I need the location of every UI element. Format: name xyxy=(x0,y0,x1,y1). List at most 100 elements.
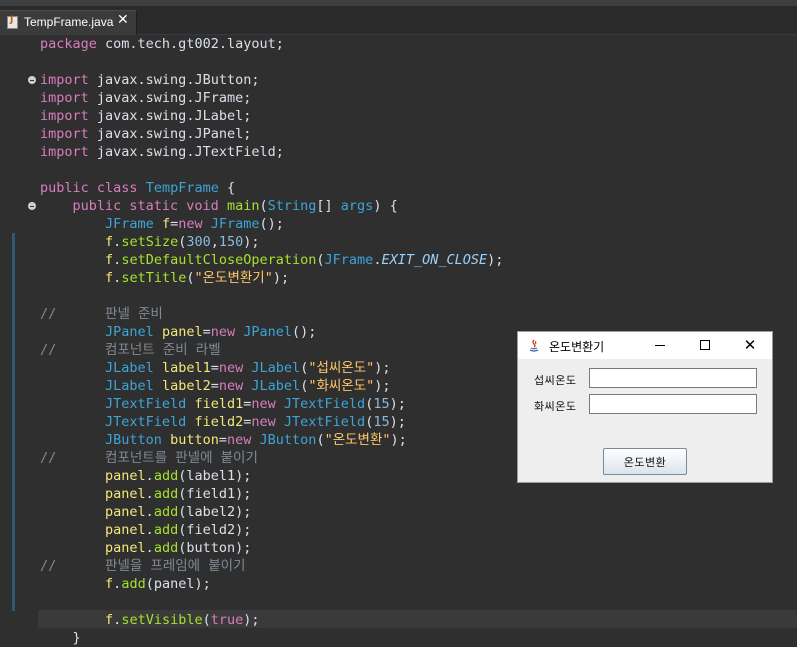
code-line: JFrame f=new JFrame(); xyxy=(40,215,284,233)
code-token: f xyxy=(105,576,114,592)
code-token: true xyxy=(210,612,244,628)
fahrenheit-field[interactable] xyxy=(589,394,757,414)
code-token: 15 xyxy=(373,396,390,412)
code-token: public static void xyxy=(72,198,219,214)
code-token: = xyxy=(202,324,211,340)
code-line: } xyxy=(40,629,81,647)
code-token: new xyxy=(227,432,252,448)
code-token: main xyxy=(226,198,260,214)
code-token: JTextField xyxy=(105,396,187,412)
code-token: label2 xyxy=(161,378,211,394)
code-token: JLabel xyxy=(105,360,154,376)
code-token: new xyxy=(251,414,276,430)
code-token: "섭씨온도" xyxy=(308,360,375,376)
close-button[interactable]: ✕ xyxy=(737,336,763,354)
code-token: 150 xyxy=(218,234,244,250)
code-token: (field2); xyxy=(178,522,252,538)
code-line: f.setVisible(true); xyxy=(40,611,259,629)
code-token: . xyxy=(145,468,154,484)
code-token: import xyxy=(40,144,89,160)
close-icon[interactable]: ✕ xyxy=(117,12,129,28)
code-token: ); xyxy=(389,414,406,430)
code-token: JFrame xyxy=(210,216,260,232)
code-token: "화씨온도" xyxy=(308,378,375,394)
maximize-button[interactable] xyxy=(692,336,718,354)
code-token: panel xyxy=(161,324,203,340)
code-token: import xyxy=(40,108,89,124)
code-token: field1 xyxy=(194,396,244,412)
code-token: f xyxy=(105,612,114,628)
celsius-label: 섭씨온도 xyxy=(534,375,577,387)
convert-button[interactable]: 온도변환 xyxy=(603,448,687,475)
fold-toggle-icon[interactable] xyxy=(28,202,36,210)
code-line: f.add(panel); xyxy=(40,575,211,593)
code-token: ); xyxy=(243,234,260,250)
code-token: [] xyxy=(316,198,341,214)
java-app-window: 온도변환기 ✕ 섭씨온도 화씨온도 온도변환 xyxy=(517,331,773,483)
code-token: // 컴포넌트 준비 라벨 xyxy=(40,342,221,358)
code-token: ); xyxy=(374,360,391,376)
code-line: panel.add(label2); xyxy=(40,503,251,521)
code-token: label1 xyxy=(161,360,211,376)
code-token: f xyxy=(105,234,114,250)
code-token: javax.swing.JTextField; xyxy=(88,144,284,160)
code-line: import javax.swing.JTextField; xyxy=(40,143,284,161)
fold-toggle-icon[interactable] xyxy=(28,76,36,84)
code-token: javax.swing.JButton; xyxy=(88,72,260,88)
code-token: JTextField xyxy=(283,414,366,430)
tab-tempframe-java[interactable]: TempFrame.java ✕ xyxy=(0,10,137,35)
window-title-bar[interactable]: 온도변환기 ✕ xyxy=(518,332,772,359)
code-token: ); xyxy=(272,270,290,286)
code-token: TempFrame xyxy=(145,180,219,196)
code-token: javax.swing.JPanel; xyxy=(88,126,252,142)
code-token: ( xyxy=(316,252,325,268)
code-token: add xyxy=(153,540,179,556)
code-token: (); xyxy=(259,216,284,232)
code-line: JTextField field2=new JTextField(15); xyxy=(40,413,406,431)
code-token: JTextField xyxy=(283,396,366,412)
java-file-icon xyxy=(7,15,18,29)
code-token: new xyxy=(218,378,244,394)
code-token: , xyxy=(210,234,219,250)
minimize-button[interactable] xyxy=(647,336,673,354)
code-token: JButton xyxy=(259,432,317,448)
code-line: panel.add(button); xyxy=(40,539,251,557)
editor-tab-bar: TempFrame.java ✕ xyxy=(0,6,797,35)
code-token: . xyxy=(145,522,154,538)
code-line: import javax.swing.JLabel; xyxy=(40,107,251,125)
code-token: ( xyxy=(202,612,211,628)
code-token: JPanel xyxy=(105,324,154,340)
code-token: f xyxy=(105,252,114,268)
window-content-panel: 섭씨온도 화씨온도 온도변환 xyxy=(518,359,772,482)
code-token: add xyxy=(153,504,179,520)
tab-label: TempFrame.java xyxy=(24,15,114,29)
code-line: JTextField field1=new JTextField(15); xyxy=(40,395,406,413)
code-line: package com.tech.gt002.layout; xyxy=(40,35,284,53)
code-token: new xyxy=(178,216,203,232)
celsius-field[interactable] xyxy=(589,368,757,388)
code-token: f xyxy=(105,270,114,286)
code-token: JPanel xyxy=(243,324,293,340)
code-line: panel.add(field1); xyxy=(40,485,251,503)
code-token: ); xyxy=(374,378,391,394)
code-line: JButton button=new JButton("온도변환"); xyxy=(40,431,407,449)
code-token: panel xyxy=(105,468,146,484)
code-token: "온도변환" xyxy=(324,432,391,448)
code-token: JFrame xyxy=(105,216,154,232)
code-token: (field1); xyxy=(178,486,252,502)
code-token: add xyxy=(153,522,179,538)
code-token: new xyxy=(210,324,236,340)
